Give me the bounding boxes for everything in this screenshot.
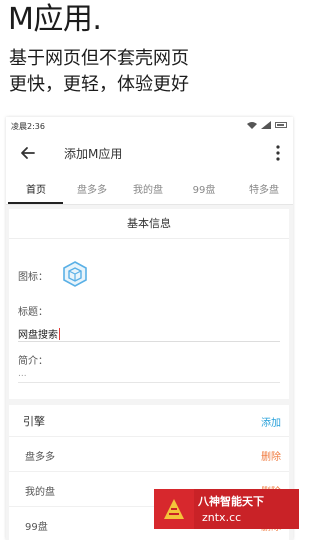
add-engine-button[interactable]: 添加 [261, 414, 281, 429]
active-tab-indicator [8, 202, 63, 204]
back-arrow-icon[interactable] [18, 143, 38, 163]
tab-home[interactable]: 首页 [8, 181, 64, 196]
tab-panduoduo[interactable]: 盘多多 [64, 181, 120, 196]
watermark-logo-icon [154, 489, 194, 529]
signal-icon [261, 121, 271, 129]
delete-engine-button[interactable]: 删除 [261, 448, 281, 463]
title-input-value: 网盘搜索 [18, 330, 58, 341]
watermark: 八神智能天下 zntx.cc [154, 489, 299, 529]
status-bar: 凌晨2:36 [6, 117, 293, 135]
promo-tagline-2: 更快，更轻，体验更好 [9, 74, 189, 95]
intro-label: 简介： [18, 356, 48, 367]
status-icons [247, 121, 287, 129]
title-input[interactable]: 网盘搜索 [18, 326, 60, 341]
promo-tagline-1: 基于网页但不套壳网页 [9, 48, 189, 69]
icon-label: 图标： [18, 272, 48, 283]
page-title: 添加M应用 [64, 147, 123, 161]
intro-input-underline [18, 382, 280, 383]
basic-info-header: 基本信息 [9, 209, 289, 239]
engine-name: 我的盘 [25, 487, 55, 498]
wifi-icon [247, 122, 257, 129]
tab-teduopan[interactable]: 特多盘 [236, 181, 292, 196]
basic-info-card: 基本信息 图标： 标题： 网盘搜索 简介： ... [9, 209, 289, 399]
title-input-underline [18, 341, 280, 342]
tab-99pan[interactable]: 99盘 [176, 181, 232, 196]
intro-input[interactable]: ... [18, 369, 27, 379]
watermark-url: zntx.cc [202, 511, 242, 524]
text-caret [59, 327, 60, 340]
status-time: 凌晨2:36 [11, 122, 45, 131]
tab-bar: 首页 盘多多 我的盘 99盘 特多盘 [6, 171, 293, 205]
title-label: 标题： [18, 307, 48, 318]
engine-row: 盘多多 删除 [9, 436, 289, 470]
watermark-text: 八神智能天下 zntx.cc [194, 489, 299, 529]
watermark-title: 八神智能天下 [198, 495, 264, 508]
tab-wodepan[interactable]: 我的盘 [120, 181, 176, 196]
engine-name: 99盘 [25, 522, 48, 533]
engine-title: 引擎 [23, 415, 45, 428]
engine-name: 盘多多 [25, 452, 55, 463]
app-bar: 添加M应用 [6, 135, 293, 171]
promo-header: M应用. 基于网页但不套壳网页 更快，更轻，体验更好 [0, 0, 299, 112]
promo-title: M应用. [8, 2, 102, 37]
more-vert-icon[interactable] [271, 144, 285, 162]
phone-screen: 凌晨2:36 添加M应用 首页 盘多多 我的盘 99盘 特多盘 基本信息 图标：… [6, 117, 293, 540]
battery-icon [275, 122, 287, 128]
app-cube-icon[interactable] [61, 260, 89, 288]
